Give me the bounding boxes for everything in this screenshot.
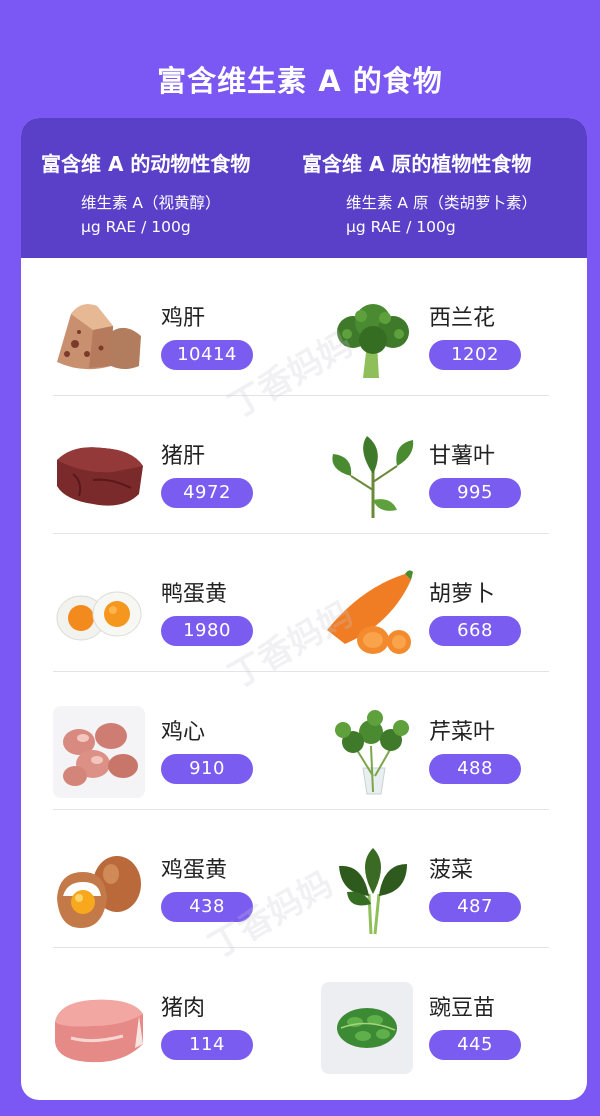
food-name: 甘薯叶	[429, 444, 496, 469]
table-row: 鸡蛋黄 438 菠菜 487	[21, 810, 587, 948]
food-name: 鸡蛋黄	[161, 858, 228, 883]
food-item-chicken-liver: 鸡肝 10414	[21, 258, 304, 396]
table-row: 鸡心 910 芹菜叶 488	[21, 672, 587, 810]
food-value: 1202	[429, 340, 521, 370]
food-item-carrot: 胡萝卜 668	[289, 534, 572, 672]
plant-column-unit: μg RAE / 100g	[346, 218, 456, 236]
animal-column-title: 富含维 A 的动物性食物	[41, 152, 251, 176]
pork-liver-icon	[53, 430, 145, 522]
food-item-pork: 猪肉 114	[21, 948, 304, 1086]
food-name: 胡萝卜	[429, 582, 496, 607]
food-value: 114	[161, 1030, 253, 1060]
food-value: 445	[429, 1030, 521, 1060]
table-row: 猪肉 114 豌豆苗 445	[21, 948, 587, 1086]
salted-duck-egg-icon	[53, 568, 145, 660]
food-item-broccoli: 西兰花 1202	[289, 258, 572, 396]
page-title: 富含维生素 A 的食物	[157, 64, 443, 98]
food-name: 鸭蛋黄	[161, 582, 228, 607]
food-value: 438	[161, 892, 253, 922]
animal-column-unit: μg RAE / 100g	[81, 218, 191, 236]
chicken-liver-icon	[53, 292, 145, 384]
food-card: 富含维 A 的动物性食物 维生素 A（视黄醇） μg RAE / 100g 富含…	[21, 118, 587, 1100]
food-item-duck-egg-yolk: 鸭蛋黄 1980	[21, 534, 304, 672]
pork-icon	[53, 982, 145, 1074]
egg-yolk-icon	[53, 844, 145, 936]
food-item-pork-liver: 猪肝 4972	[21, 396, 304, 534]
food-value: 10414	[161, 340, 253, 370]
sweet-potato-leaves-icon	[327, 430, 419, 522]
food-value: 910	[161, 754, 253, 784]
food-item-celery-leaves: 芹菜叶 488	[289, 672, 572, 810]
food-value: 4972	[161, 478, 253, 508]
food-value: 1980	[161, 616, 253, 646]
celery-leaves-icon	[327, 706, 419, 798]
plant-column-title: 富含维 A 原的植物性食物	[302, 152, 532, 176]
carrot-icon	[321, 568, 413, 660]
food-item-sweet-potato-leaves: 甘薯叶 995	[289, 396, 572, 534]
table-row: 鸡肝 10414 西兰花 1202	[21, 258, 587, 396]
food-item-egg-yolk: 鸡蛋黄 438	[21, 810, 304, 948]
pea-shoots-icon	[321, 982, 413, 1074]
food-value: 488	[429, 754, 521, 784]
food-name: 芹菜叶	[429, 720, 496, 745]
table-row: 鸭蛋黄 1980 胡萝卜 668	[21, 534, 587, 672]
food-name: 菠菜	[429, 858, 474, 883]
card-header: 富含维 A 的动物性食物 维生素 A（视黄醇） μg RAE / 100g 富含…	[21, 118, 587, 258]
food-name: 西兰花	[429, 306, 496, 331]
food-value: 995	[429, 478, 521, 508]
table-row: 猪肝 4972 甘薯叶 995	[21, 396, 587, 534]
food-name: 猪肉	[161, 996, 206, 1021]
food-value: 668	[429, 616, 521, 646]
spinach-icon	[327, 844, 419, 936]
animal-column-unit-name: 维生素 A（视黄醇）	[81, 194, 221, 212]
food-item-spinach: 菠菜 487	[289, 810, 572, 948]
food-item-chicken-heart: 鸡心 910	[21, 672, 304, 810]
food-value: 487	[429, 892, 521, 922]
food-item-pea-shoots: 豌豆苗 445	[289, 948, 572, 1086]
food-name: 鸡肝	[161, 306, 206, 331]
broccoli-icon	[327, 292, 419, 384]
food-name: 鸡心	[161, 720, 206, 745]
food-name: 豌豆苗	[429, 996, 496, 1021]
chicken-hearts-icon	[53, 706, 145, 798]
food-name: 猪肝	[161, 444, 206, 469]
plant-column-unit-name: 维生素 A 原（类胡萝卜素）	[346, 194, 537, 212]
